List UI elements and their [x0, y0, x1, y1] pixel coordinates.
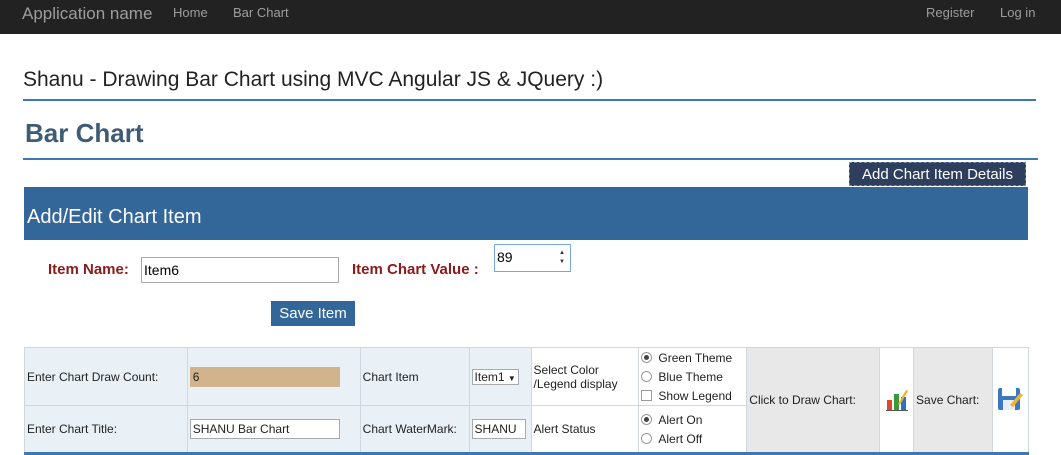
item-value-label: Item Chart Value : — [352, 261, 479, 278]
alert-off-option[interactable]: Alert Off — [641, 429, 744, 448]
spin-arrows-icon[interactable]: ▲ ▼ — [557, 249, 567, 267]
theme-options: Green Theme Blue Theme Show Legend — [638, 347, 748, 406]
blue-theme-option[interactable]: Blue Theme — [641, 367, 744, 386]
chevron-down-icon: ▼ — [507, 373, 516, 383]
add-edit-panel-header: Add/Edit Chart Item — [24, 187, 1028, 240]
save-item-button[interactable]: Save Item — [271, 301, 355, 326]
chart-title-input[interactable]: SHANU Bar Chart — [189, 419, 340, 439]
show-legend-label: Show Legend — [658, 388, 732, 403]
green-theme-option[interactable]: Green Theme — [641, 348, 744, 367]
chart-item-label: Chart Item — [359, 347, 470, 406]
item-value-text: 89 — [497, 249, 513, 265]
chart-item-select-value: Item1 — [474, 369, 505, 384]
chart-item-select[interactable]: Item1 ▼ — [471, 368, 519, 385]
alert-on-radio[interactable] — [641, 414, 653, 425]
item-name-input[interactable] — [141, 257, 339, 283]
nav-register-link[interactable]: Register — [926, 5, 974, 20]
navbar: Application name Home Bar Chart Register… — [0, 0, 1061, 34]
section-title: Bar Chart — [25, 118, 144, 148]
nav-login-link[interactable]: Log in — [1000, 5, 1035, 20]
chart-item-cell: Item1 ▼ — [468, 347, 532, 406]
alert-status-label: Alert Status — [530, 405, 640, 454]
save-disk-icon[interactable] — [996, 385, 1024, 413]
draw-chart-label: Click to Draw Chart: — [746, 347, 881, 454]
brand-link[interactable]: Application name — [22, 4, 152, 24]
blue-theme-radio[interactable] — [641, 371, 653, 382]
alert-on-label: Alert On — [658, 412, 703, 427]
blue-theme-label: Blue Theme — [658, 369, 723, 384]
draw-count-input[interactable]: 6 — [189, 366, 340, 387]
alert-off-radio[interactable] — [641, 433, 653, 444]
title-divider — [23, 99, 1036, 101]
chart-title-cell: SHANU Bar Chart — [186, 405, 361, 454]
save-chart-label: Save Chart: — [913, 347, 993, 454]
alert-on-option[interactable]: Alert On — [641, 410, 744, 429]
alert-off-label: Alert Off — [658, 431, 703, 446]
nav-home-link[interactable]: Home — [173, 5, 208, 20]
bar-chart-icon[interactable] — [884, 386, 910, 412]
item-name-label: Item Name: — [48, 261, 129, 278]
section-divider — [23, 158, 1038, 160]
nav-bar-chart-link[interactable]: Bar Chart — [233, 5, 289, 20]
save-chart-cell — [991, 347, 1030, 454]
show-legend-option[interactable]: Show Legend — [641, 386, 744, 405]
chart-config-table: Enter Chart Draw Count: 6 Chart Item Ite… — [24, 347, 1030, 455]
show-legend-checkbox[interactable] — [641, 390, 653, 401]
watermark-input[interactable]: SHANU — [471, 419, 526, 439]
draw-count-cell: 6 — [186, 347, 361, 406]
add-chart-item-button[interactable]: Add Chart Item Details — [849, 162, 1026, 186]
green-theme-radio[interactable] — [641, 352, 653, 363]
panel-title: Add/Edit Chart Item — [27, 206, 202, 228]
draw-count-label: Enter Chart Draw Count: — [24, 347, 188, 406]
green-theme-label: Green Theme — [658, 350, 733, 365]
site-title: Shanu - Drawing Bar Chart using MVC Angu… — [23, 68, 604, 91]
chart-title-label: Enter Chart Title: — [24, 405, 188, 454]
watermark-cell: SHANU — [468, 405, 532, 454]
select-color-label: Select Color /Legend display — [530, 347, 640, 406]
watermark-label: Chart WaterMark: — [359, 405, 470, 454]
item-value-input[interactable]: 89 ▲ ▼ — [494, 244, 571, 272]
draw-chart-cell — [879, 347, 915, 454]
alert-options: Alert On Alert Off — [638, 405, 748, 454]
